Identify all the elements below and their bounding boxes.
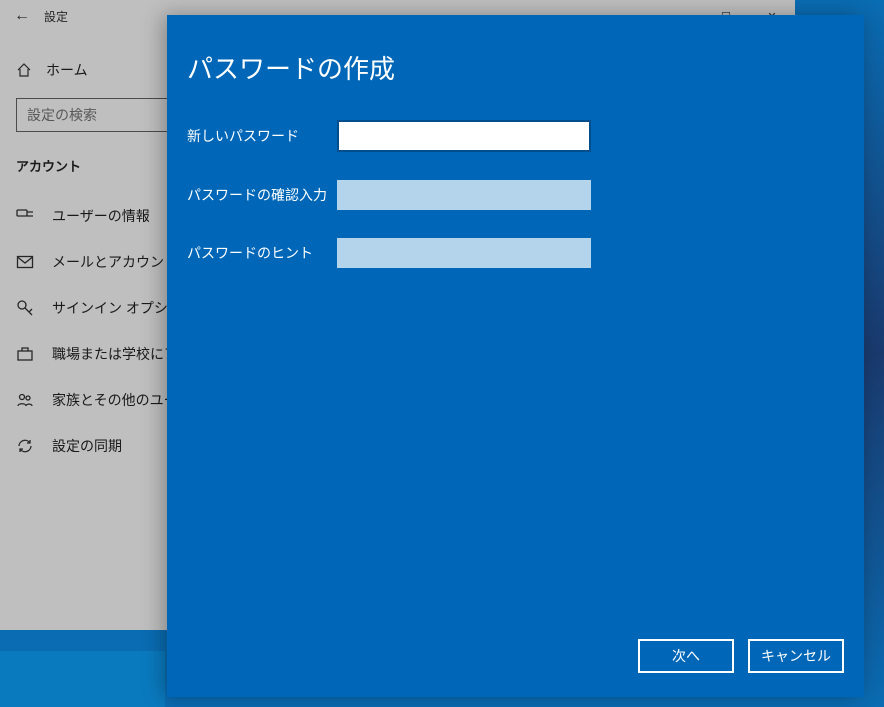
- key-icon: [16, 299, 34, 317]
- briefcase-icon: [16, 345, 34, 363]
- sidebar-item-label: メールとアカウント: [52, 252, 178, 272]
- cancel-button[interactable]: キャンセル: [748, 639, 844, 673]
- dialog-footer: 次へ キャンセル: [167, 621, 864, 697]
- confirm-password-input[interactable]: [337, 180, 591, 210]
- desktop-background: [864, 0, 884, 707]
- home-icon: [16, 62, 32, 78]
- user-icon: [16, 207, 34, 225]
- create-password-dialog: パスワードの作成 新しいパスワード パスワードの確認入力 パスワードのヒント 次…: [167, 15, 864, 697]
- sidebar-item-label: ユーザーの情報: [52, 206, 150, 226]
- sidebar-item-label: 設定の同期: [52, 436, 122, 456]
- next-button[interactable]: 次へ: [638, 639, 734, 673]
- mail-icon: [16, 253, 34, 271]
- dialog-body: パスワードの作成 新しいパスワード パスワードの確認入力 パスワードのヒント: [167, 15, 864, 621]
- confirm-password-label: パスワードの確認入力: [187, 185, 337, 205]
- dialog-title: パスワードの作成: [187, 49, 844, 86]
- sync-icon: [16, 437, 34, 455]
- confirm-password-row: パスワードの確認入力: [187, 180, 844, 210]
- new-password-label: 新しいパスワード: [187, 126, 337, 146]
- window-title: 設定: [44, 8, 68, 25]
- password-hint-input[interactable]: [337, 238, 591, 268]
- people-icon: [16, 391, 34, 409]
- new-password-input[interactable]: [337, 120, 591, 152]
- new-password-row: 新しいパスワード: [187, 120, 844, 152]
- password-hint-row: パスワードのヒント: [187, 238, 844, 268]
- taskbar: [0, 651, 165, 707]
- back-button[interactable]: ←: [0, 7, 44, 25]
- password-hint-label: パスワードのヒント: [187, 243, 337, 263]
- home-label: ホーム: [46, 60, 88, 80]
